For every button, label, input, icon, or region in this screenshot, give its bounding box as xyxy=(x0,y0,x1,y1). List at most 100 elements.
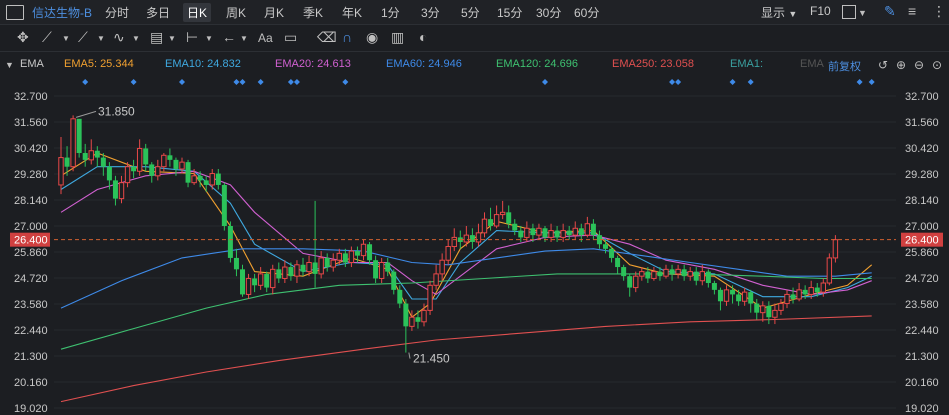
candle-body-down xyxy=(645,271,651,279)
candle-body-down xyxy=(590,223,596,236)
candle-body-down xyxy=(64,157,70,167)
candlestick-chart[interactable]: 32.700 32.700 31.560 31.560 30.420 30.420 29.2… xyxy=(0,0,949,415)
candle-body-down xyxy=(488,219,494,226)
candle-body-down xyxy=(506,212,512,224)
candle-body-up xyxy=(536,227,542,236)
candle-body-up xyxy=(723,289,730,302)
candle-body-up xyxy=(409,316,415,327)
max-pointer xyxy=(75,110,97,118)
candle-body-up xyxy=(633,275,639,289)
min-pointer xyxy=(408,352,411,359)
min-price-label: 21.450 xyxy=(413,352,450,366)
candle-body-down xyxy=(391,271,397,290)
event-marker xyxy=(868,79,875,85)
candle-body-up xyxy=(124,166,131,184)
candle-body-down xyxy=(197,175,203,181)
candle-body-down xyxy=(76,118,82,154)
candle-body-up xyxy=(475,232,482,243)
candle-body-up xyxy=(433,273,439,286)
candle-body-up xyxy=(270,268,276,289)
candle-body-down xyxy=(82,153,88,160)
event-marker xyxy=(293,79,300,85)
candle-body-up xyxy=(760,305,766,314)
candle-body-down xyxy=(106,166,112,181)
candle-body-down xyxy=(373,260,379,279)
candle-body-up xyxy=(257,273,264,286)
candle-body-down xyxy=(173,159,179,169)
candle-body-up xyxy=(318,257,324,275)
candle-body-down xyxy=(149,164,155,176)
candle-body-up xyxy=(282,266,288,279)
candle-body-up xyxy=(58,157,64,186)
candle-body-down xyxy=(518,230,524,238)
event-marker xyxy=(342,79,349,85)
y-tick-right: 21.300 xyxy=(905,351,939,363)
candle-body-up xyxy=(378,261,385,279)
candle-body-down xyxy=(657,271,663,277)
candle-body-down xyxy=(766,305,772,318)
candle-body-down xyxy=(227,226,233,258)
candle-body-up xyxy=(245,277,252,295)
candle-body-down xyxy=(736,294,742,302)
candle-body-up xyxy=(481,218,488,234)
candle-body-down xyxy=(566,230,572,236)
candle-body-down xyxy=(621,267,627,277)
event-marker xyxy=(233,79,240,85)
candle-body-down xyxy=(693,271,699,281)
candle-body-up xyxy=(360,243,367,257)
y-tick-right: 19.020 xyxy=(905,403,939,415)
candle-body-up xyxy=(427,284,433,311)
candle-body-up xyxy=(778,303,784,311)
candle-body-down xyxy=(512,223,518,231)
candle-body-down xyxy=(221,184,227,226)
candle-body-up xyxy=(548,230,554,238)
candle-body-up xyxy=(772,309,778,318)
y-tick-left: 27.000 xyxy=(14,221,48,233)
candle-body-up xyxy=(306,261,312,273)
candle-body-down xyxy=(324,257,330,268)
y-tick-left: 28.140 xyxy=(14,195,48,207)
candle-body-up xyxy=(136,147,143,172)
event-marker xyxy=(669,79,676,85)
current-price-label-right: 26.400 xyxy=(905,235,939,247)
candle-body-up xyxy=(421,309,427,323)
candle-body-up xyxy=(560,230,566,238)
candle-body-up xyxy=(439,259,445,275)
candle-body-down xyxy=(603,244,608,249)
candle-body-down xyxy=(397,289,403,304)
candle-body-down xyxy=(215,173,221,185)
candle-body-up xyxy=(70,118,76,168)
candle-body-down xyxy=(748,292,754,304)
candle-body-down xyxy=(542,228,548,238)
y-tick-left: 19.020 xyxy=(14,403,48,415)
candle-body-up xyxy=(348,250,355,263)
candle-body-down xyxy=(288,267,294,277)
candle-body-down xyxy=(276,269,282,279)
candle-body-down xyxy=(312,262,318,274)
candle-body-up xyxy=(118,182,125,200)
y-tick-right: 20.160 xyxy=(905,377,939,389)
candle-body-down xyxy=(681,269,687,277)
candle-body-up xyxy=(584,223,591,236)
candle-body-down xyxy=(802,289,808,295)
y-tick-right: 32.700 xyxy=(905,91,939,103)
candle-body-down xyxy=(367,244,373,261)
candle-body-up xyxy=(784,293,790,305)
y-tick-left: 32.700 xyxy=(14,91,48,103)
candle-body-down xyxy=(143,148,149,165)
candle-body-up xyxy=(826,257,833,284)
y-tick-right: 22.440 xyxy=(905,325,939,337)
candle-body-down xyxy=(252,278,258,286)
candle-body-up xyxy=(699,271,705,282)
event-marker xyxy=(856,79,863,85)
candle-body-down xyxy=(669,269,675,274)
candle-body-down xyxy=(530,228,536,236)
candle-body-down xyxy=(754,303,760,313)
event-marker xyxy=(287,79,294,85)
candle-body-up xyxy=(451,236,457,248)
candle-body-down xyxy=(790,294,796,299)
candle-body-up xyxy=(445,246,451,261)
candle-body-down xyxy=(717,289,723,302)
candle-body-up xyxy=(663,268,669,277)
y-tick-right: 27.000 xyxy=(905,221,939,233)
